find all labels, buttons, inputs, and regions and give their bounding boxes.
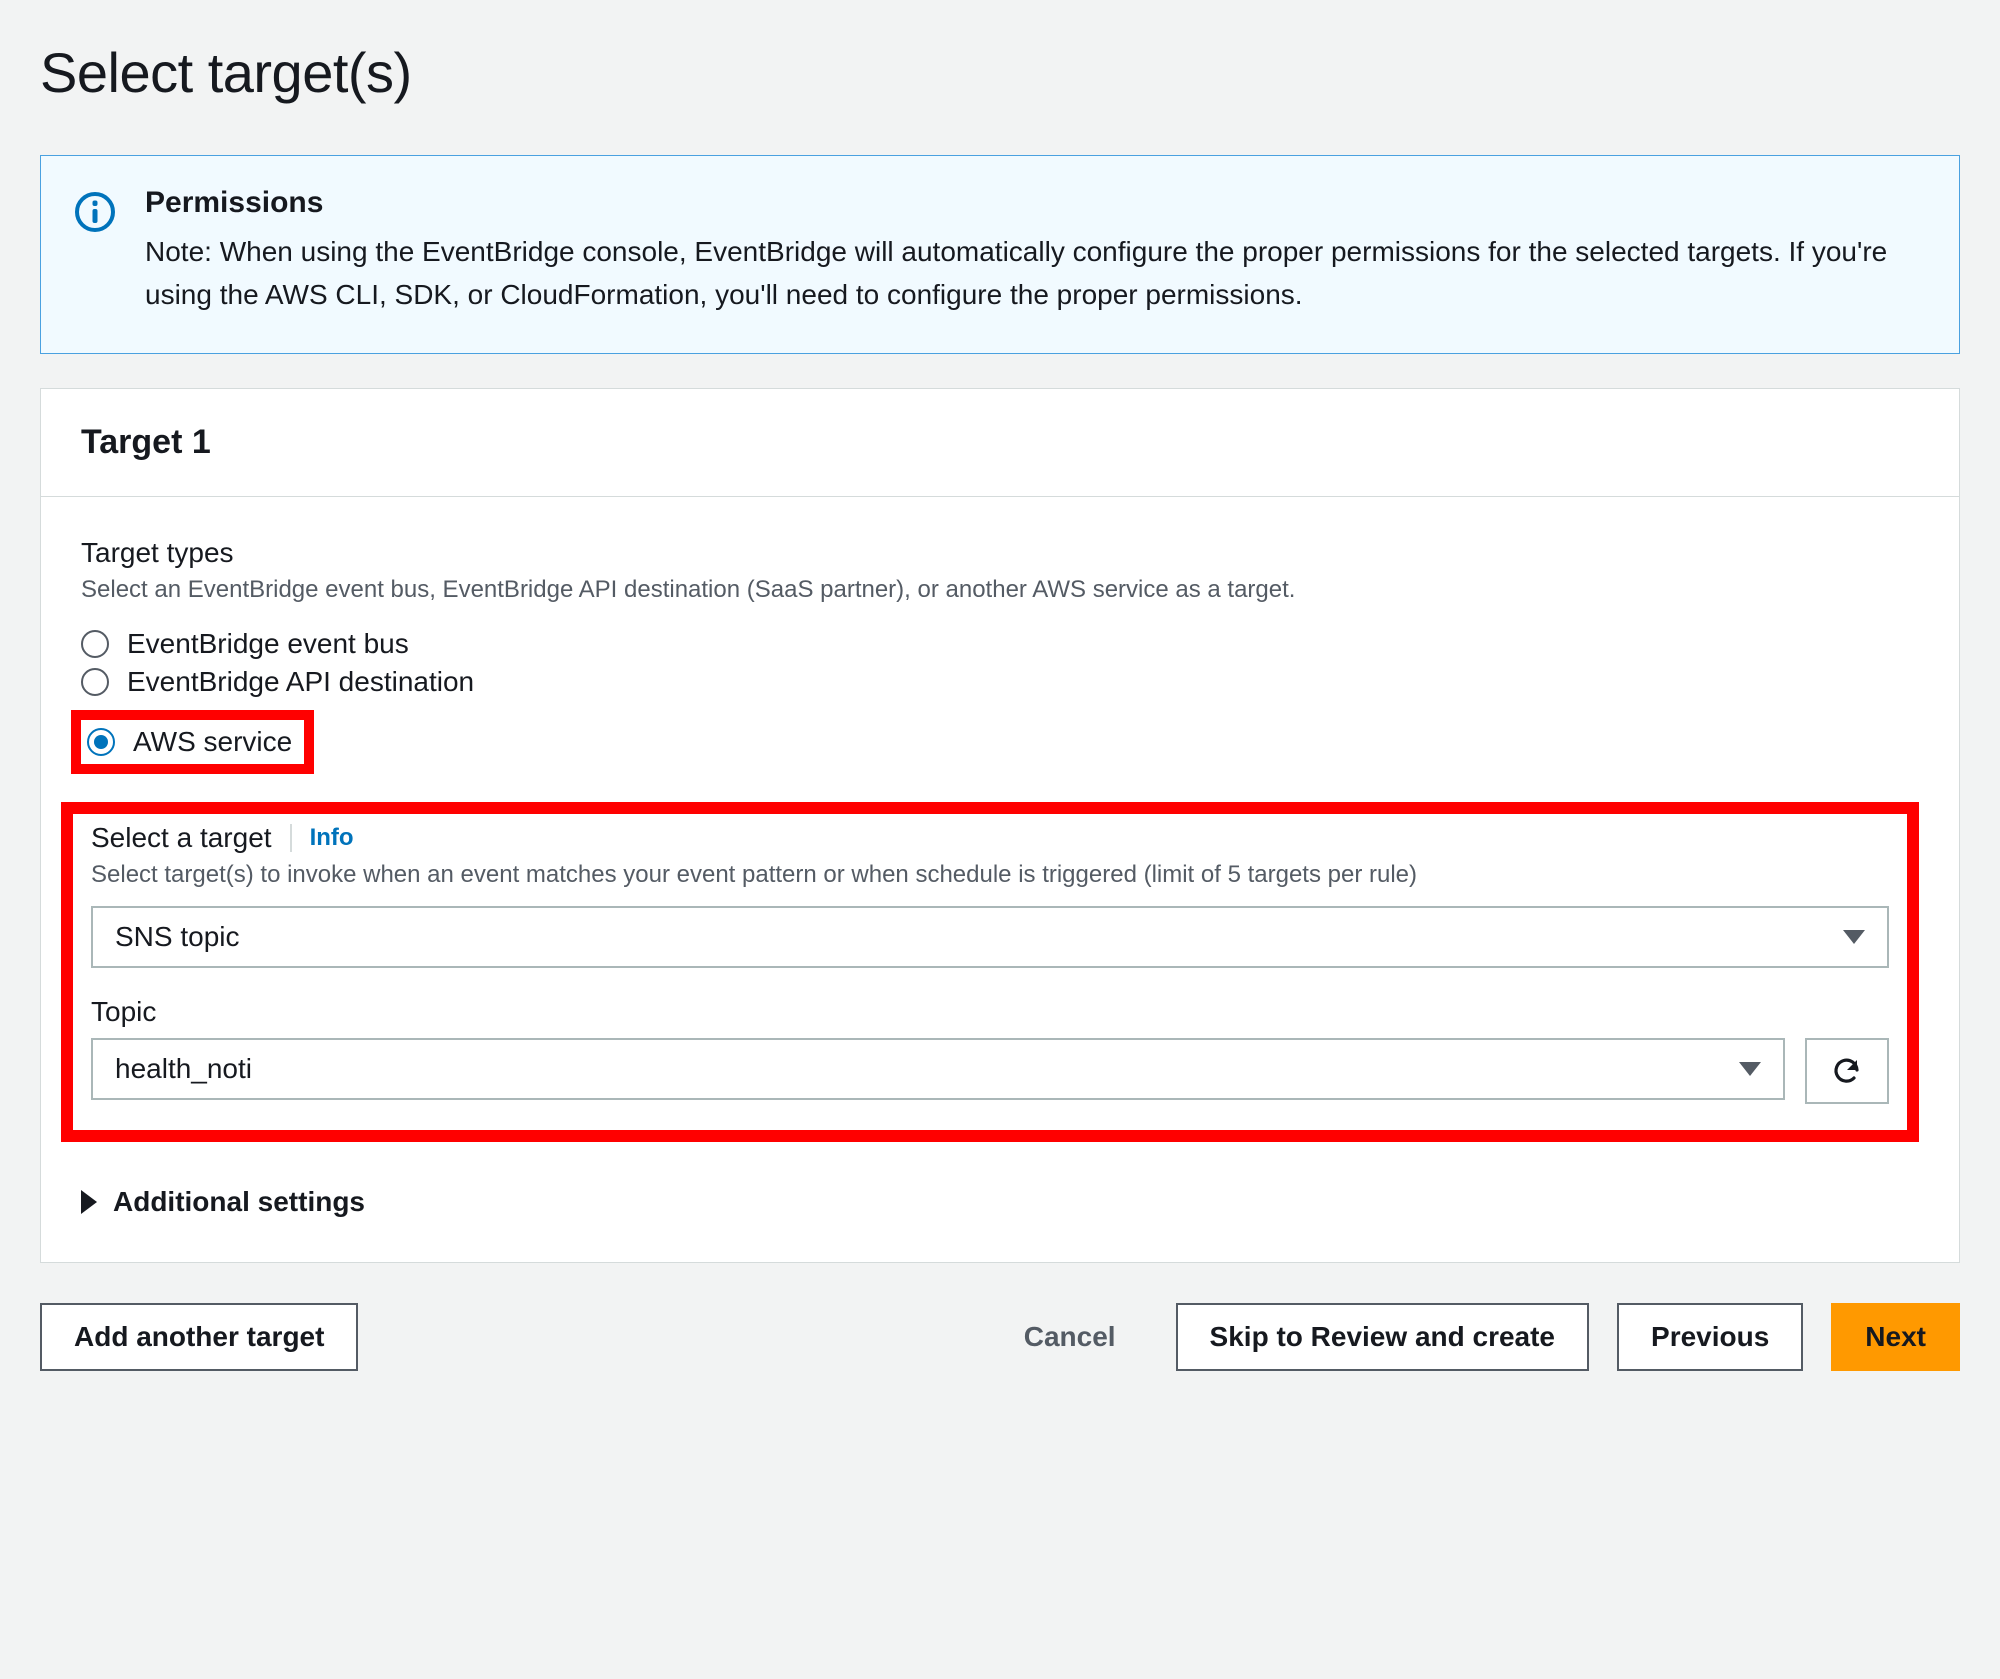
target-panel-body: Target types Select an EventBridge event… xyxy=(41,497,1959,1263)
additional-settings-expander[interactable]: Additional settings xyxy=(81,1186,1919,1218)
caret-down-icon xyxy=(1843,930,1865,944)
topic-label: Topic xyxy=(91,996,1889,1028)
add-another-target-button[interactable]: Add another target xyxy=(40,1303,358,1371)
radio-label-aws-service: AWS service xyxy=(133,726,292,758)
radio-label-event-bus: EventBridge event bus xyxy=(127,628,409,660)
target-panel: Target 1 Target types Select an EventBri… xyxy=(40,388,1960,1264)
footer: Add another target Cancel Skip to Review… xyxy=(40,1303,1960,1371)
highlight-aws-service: AWS service xyxy=(71,710,314,774)
select-target-description: Select target(s) to invoke when an event… xyxy=(91,858,1889,893)
target-panel-title: Target 1 xyxy=(81,423,1919,462)
skip-to-review-button[interactable]: Skip to Review and create xyxy=(1176,1303,1589,1371)
target-type-select[interactable]: SNS topic xyxy=(91,906,1889,968)
select-target-header: Select a target Info xyxy=(91,822,1889,854)
topic-select[interactable]: health_noti xyxy=(91,1038,1785,1100)
permissions-info-box: Permissions Note: When using the EventBr… xyxy=(40,155,1960,354)
radio-row-api-destination[interactable]: EventBridge API destination xyxy=(81,666,1919,698)
radio-event-bus[interactable] xyxy=(81,630,109,658)
radio-api-destination[interactable] xyxy=(81,668,109,696)
permissions-title: Permissions xyxy=(145,186,1923,220)
radio-row-event-bus[interactable]: EventBridge event bus xyxy=(81,628,1919,660)
refresh-icon xyxy=(1830,1054,1864,1088)
topic-select-value: health_noti xyxy=(115,1053,252,1085)
target-types-title: Target types xyxy=(81,537,1919,569)
radio-aws-service[interactable] xyxy=(87,728,115,756)
additional-settings-label: Additional settings xyxy=(113,1186,365,1218)
info-link[interactable]: Info xyxy=(290,824,354,852)
page-title: Select target(s) xyxy=(40,40,1960,105)
info-icon xyxy=(73,190,117,234)
highlight-select-target: Select a target Info Select target(s) to… xyxy=(61,802,1919,1143)
next-button[interactable]: Next xyxy=(1831,1303,1960,1371)
target-panel-header: Target 1 xyxy=(41,389,1959,497)
refresh-button[interactable] xyxy=(1805,1038,1889,1104)
permissions-note: Note: When using the EventBridge console… xyxy=(145,230,1923,317)
radio-label-api-destination: EventBridge API destination xyxy=(127,666,474,698)
select-target-title: Select a target xyxy=(91,822,272,854)
caret-down-icon xyxy=(1739,1062,1761,1076)
caret-right-icon xyxy=(81,1190,97,1214)
cancel-button[interactable]: Cancel xyxy=(992,1303,1148,1371)
target-types-description: Select an EventBridge event bus, EventBr… xyxy=(81,573,1919,608)
radio-row-aws-service[interactable]: AWS service xyxy=(87,726,292,758)
previous-button[interactable]: Previous xyxy=(1617,1303,1803,1371)
target-type-select-value: SNS topic xyxy=(115,921,240,953)
